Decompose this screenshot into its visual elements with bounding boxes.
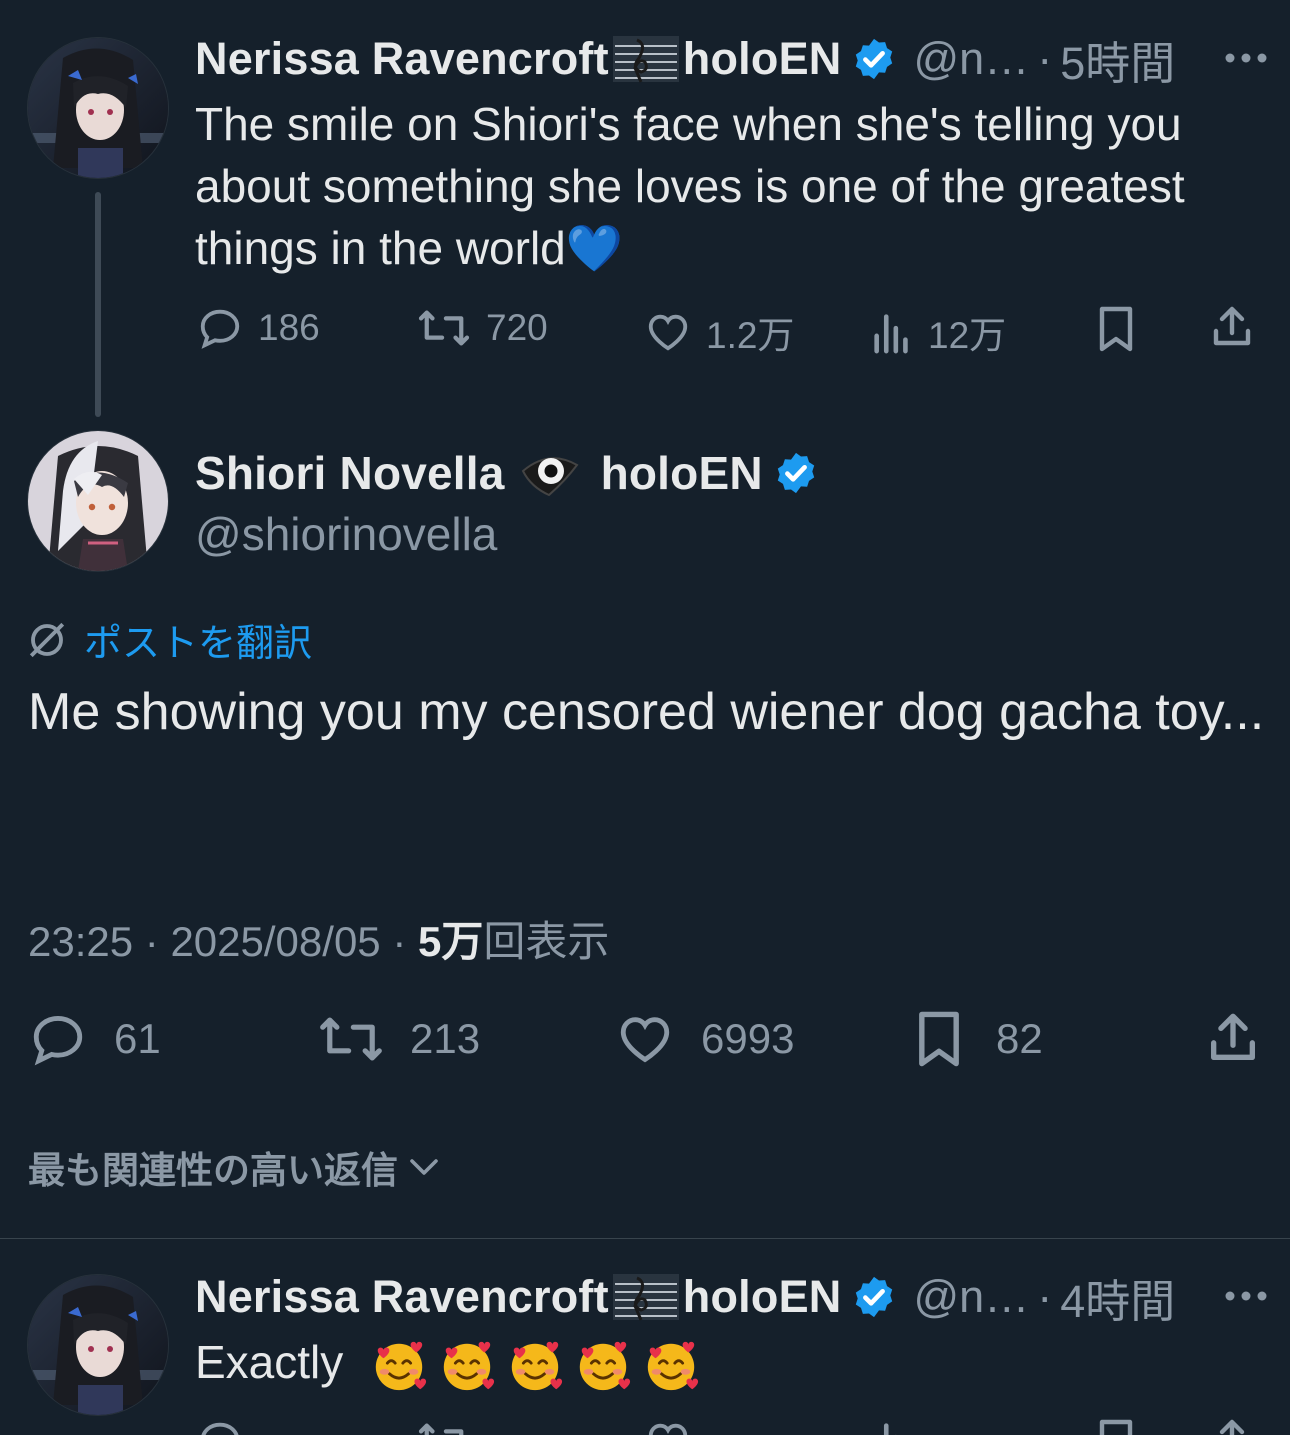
reply-button[interactable]: 186 <box>196 305 320 351</box>
author-suffix: holoEN <box>682 33 842 84</box>
separator-dot: · <box>1037 33 1053 84</box>
repost-button[interactable]: 720 <box>416 305 548 351</box>
separator-dot: · <box>392 918 407 965</box>
music-staff-icon <box>612 36 679 83</box>
author-name[interactable]: Nerissa Ravencroft <box>195 33 609 85</box>
translate-label[interactable]: ポストを翻訳 <box>84 612 312 667</box>
verified-icon <box>777 452 814 494</box>
views-button[interactable]: 12万 <box>870 305 1006 359</box>
bookmark-button[interactable]: 82 <box>912 1008 1043 1070</box>
author-suffix: holoEN <box>682 1271 842 1322</box>
like-count: 1.2万 <box>706 315 795 356</box>
tweet-time[interactable]: 5時間 <box>1060 27 1175 92</box>
repost-count: 720 <box>486 307 548 348</box>
repost-count: 213 <box>410 1015 481 1062</box>
bookmark-icon[interactable] <box>1094 1418 1138 1435</box>
views-icon <box>874 314 908 354</box>
author-suffix: holoEN <box>600 447 763 499</box>
share-button[interactable] <box>1208 302 1256 352</box>
share-icon <box>1211 1013 1255 1060</box>
author-name[interactable]: Nerissa Ravencroft <box>195 1271 609 1323</box>
bookmark-count: 82 <box>996 1015 1043 1062</box>
views-count: 5万 <box>418 918 484 965</box>
bookmark-icon <box>919 1011 959 1067</box>
repost-icon <box>320 1017 382 1061</box>
author-handle[interactable]: @shiorinovella <box>195 507 497 561</box>
reply-icon <box>200 309 240 349</box>
like-icon <box>648 314 688 351</box>
reply-sort-dropdown[interactable]: 最も関連性の高い返信 <box>28 1140 442 1194</box>
share-icon <box>1213 306 1251 346</box>
smiling-face-with-hearts-icon <box>579 1341 631 1391</box>
reply-button[interactable]: 61 <box>28 1010 161 1068</box>
like-count: 6993 <box>701 1015 795 1062</box>
divider <box>0 1238 1290 1239</box>
thread-line <box>95 192 101 417</box>
more-icon[interactable] <box>1224 1290 1268 1302</box>
chevron-down-icon <box>410 1159 438 1175</box>
author-handle[interactable]: @n… <box>913 1271 1029 1323</box>
views-icon[interactable] <box>870 1418 914 1435</box>
like-button[interactable]: 1.2万 <box>644 305 794 359</box>
smiling-face-with-hearts-icon <box>375 1341 427 1391</box>
main-tweet-text: Me showing you my censored wiener dog ga… <box>28 683 1265 741</box>
smiling-face-with-hearts-icon <box>647 1341 699 1391</box>
nerissa-avatar[interactable] <box>28 38 168 178</box>
reply-icon <box>33 1016 83 1066</box>
smiling-face-with-hearts-icon <box>443 1341 495 1391</box>
eye-icon <box>521 457 579 497</box>
nerissa-avatar[interactable] <box>28 1275 168 1415</box>
separator-dot: · <box>1037 1271 1053 1322</box>
author-name[interactable]: Shiori Novella <box>195 446 505 500</box>
like-icon[interactable] <box>644 1418 692 1435</box>
verified-icon <box>856 38 893 80</box>
verified-icon <box>856 1276 893 1318</box>
reply-action-bar-partial <box>196 1418 1276 1435</box>
more-icon[interactable] <box>1224 52 1268 64</box>
sort-label: 最も関連性の高い返信 <box>28 1150 398 1191</box>
reply-text: Exactly <box>195 1336 344 1388</box>
share-button[interactable] <box>1204 1008 1262 1068</box>
translate-icon <box>29 622 65 657</box>
music-staff-icon <box>612 1274 679 1321</box>
views-count: 12万 <box>928 315 1007 356</box>
emoji-group <box>370 1337 700 1395</box>
reply-tweet-header: Nerissa Ravencroft holoEN @n… · 4時間 <box>195 1271 1175 1327</box>
tweet-time[interactable]: 4時間 <box>1060 1265 1175 1330</box>
reply-icon[interactable] <box>196 1418 244 1435</box>
shiori-avatar[interactable] <box>28 431 168 571</box>
tweet-date[interactable]: 2025/08/05 <box>170 918 380 965</box>
reply-count: 61 <box>114 1015 161 1062</box>
repost-icon[interactable] <box>416 1418 472 1435</box>
bookmark-icon <box>1099 306 1133 352</box>
like-icon <box>620 1017 670 1063</box>
author-handle[interactable]: @n… <box>913 33 1029 85</box>
repost-button[interactable]: 213 <box>318 1010 480 1068</box>
smiling-face-with-hearts-icon <box>511 1341 563 1391</box>
bookmark-button[interactable] <box>1094 305 1138 353</box>
parent-tweet-text: The smile on Shiori's face when she's te… <box>195 98 1185 274</box>
tweet-time[interactable]: 23:25 <box>28 918 133 965</box>
separator-dot: · <box>144 918 159 965</box>
parent-tweet-header: Nerissa Ravencroft holoEN @n… · 5時間 <box>195 33 1175 89</box>
share-icon[interactable] <box>1208 1418 1256 1435</box>
main-tweet-author: Shiori Novella holoEN <box>195 445 819 501</box>
repost-icon <box>418 310 470 346</box>
reply-tweet-text: Exactly <box>195 1331 1270 1395</box>
reply-count: 186 <box>258 307 320 348</box>
translate-link[interactable]: ポストを翻訳 <box>26 612 312 667</box>
views-label: 回表示 <box>483 918 610 965</box>
tweet-meta: 23:25 · 2025/08/05 · 5万回表示 <box>28 908 609 969</box>
like-button[interactable]: 6993 <box>615 1010 794 1068</box>
